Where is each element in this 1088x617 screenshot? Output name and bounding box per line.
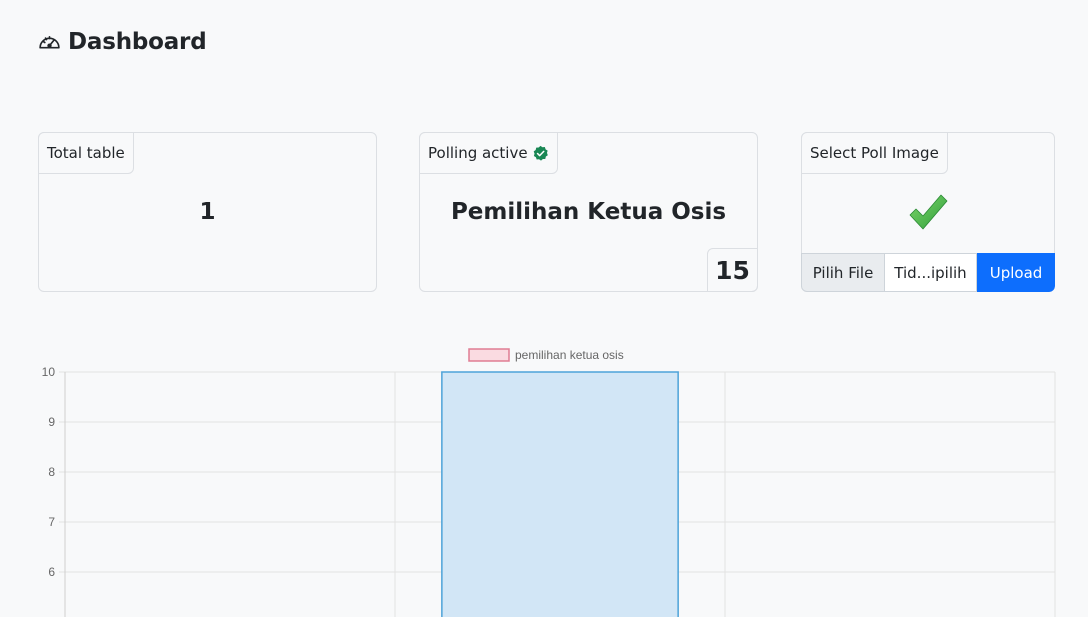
- poll-image-card: Select Poll Image Pilih File Tid...ipili…: [801, 132, 1055, 292]
- poll-image-label: Select Poll Image: [801, 132, 948, 174]
- polling-active-label: Polling active: [419, 132, 558, 174]
- selected-file-name[interactable]: Tid...ipilih: [885, 253, 977, 292]
- poll-title: Pemilihan Ketua Osis: [450, 199, 727, 225]
- speedometer-icon: [39, 35, 60, 49]
- total-table-label: Total table: [38, 132, 134, 174]
- y-tick-label: 7: [48, 515, 55, 529]
- page-title: Dashboard: [37, 29, 207, 55]
- poll-results-chart: 5678910pemilihan ketua osis: [42, 348, 1056, 617]
- verified-badge-icon: [533, 145, 548, 161]
- y-tick-label: 6: [48, 565, 55, 579]
- file-upload-group: Pilih File Tid...ipilih Upload: [801, 253, 1055, 292]
- polling-active-card: Polling active Pemilihan Ketua Osis 15: [419, 132, 758, 292]
- page-title-text: Dashboard: [68, 29, 207, 55]
- y-tick-label: 8: [48, 465, 55, 479]
- y-tick-label: 9: [48, 415, 55, 429]
- total-table-value: 1: [199, 199, 216, 225]
- legend-swatch: [468, 348, 510, 362]
- y-tick-label: 10: [42, 365, 56, 379]
- check-icon: [909, 194, 948, 230]
- choose-file-button[interactable]: Pilih File: [801, 253, 885, 292]
- total-table-card: Total table 1: [38, 132, 377, 292]
- legend-label: pemilihan ketua osis: [515, 348, 624, 362]
- poll-count: 15: [707, 248, 758, 292]
- upload-button[interactable]: Upload: [977, 253, 1055, 292]
- bar: [441, 371, 679, 617]
